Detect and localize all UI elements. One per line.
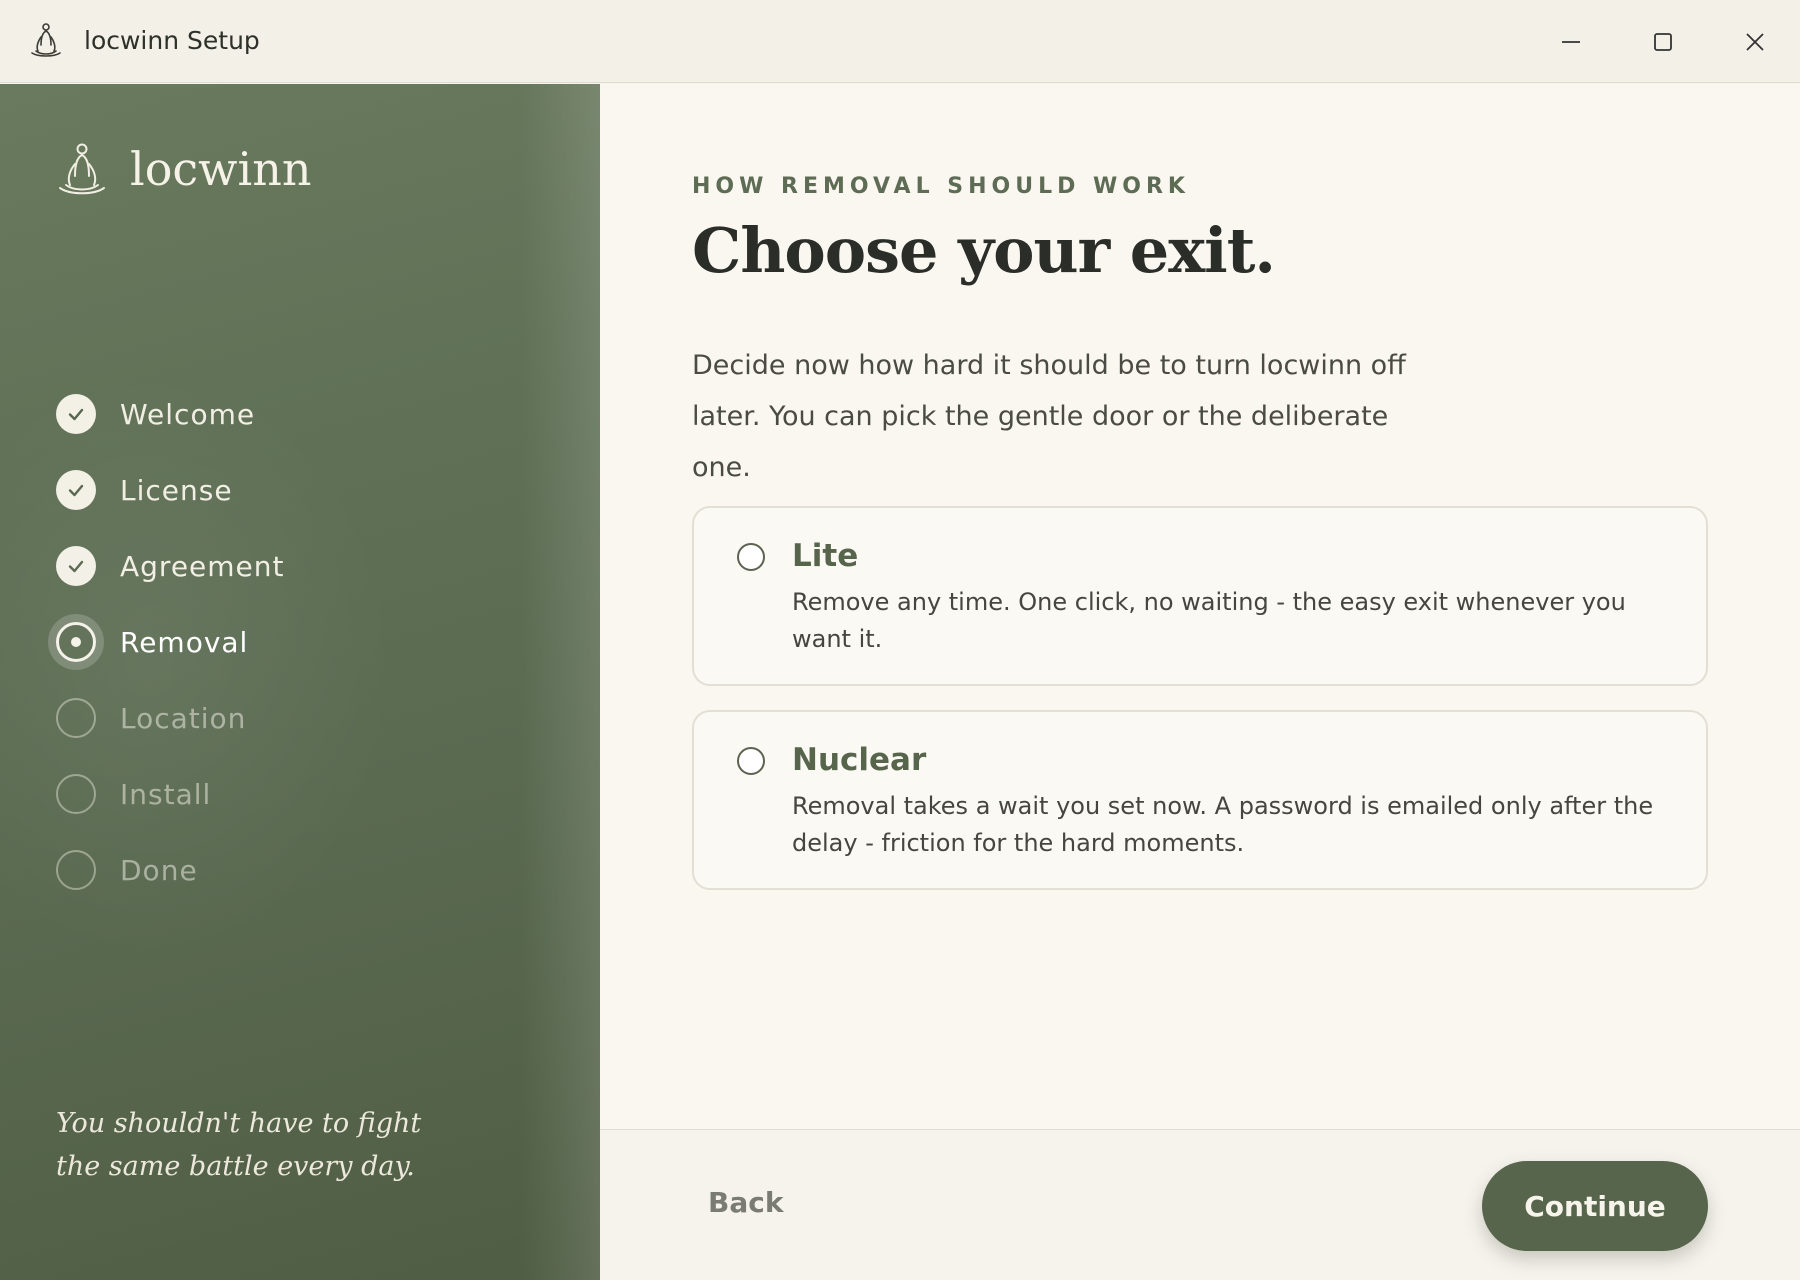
step-label: Removal <box>120 626 249 659</box>
step-install: Install <box>54 764 454 824</box>
current-step-icon <box>56 622 96 662</box>
quote-line: You shouldn't have to fight <box>56 1108 422 1139</box>
option-lite[interactable]: Lite Remove any time. One click, no wait… <box>692 506 1708 686</box>
step-welcome: Welcome <box>54 384 454 444</box>
pending-step-icon <box>56 850 96 890</box>
page-title: Choose your exit. <box>692 214 1276 287</box>
step-label: Location <box>120 702 247 735</box>
check-icon <box>56 546 96 586</box>
step-agreement: Agreement <box>54 536 454 596</box>
check-icon <box>56 470 96 510</box>
back-button[interactable]: Back <box>708 1186 783 1219</box>
step-label: Install <box>120 778 212 811</box>
option-title: Lite <box>792 538 859 574</box>
sidebar: locwinn Welcome License Agreement Remova… <box>0 84 600 1280</box>
main-panel: HOW REMOVAL SHOULD WORK Choose your exit… <box>600 84 1800 1129</box>
continue-button[interactable]: Continue <box>1482 1161 1708 1251</box>
option-description: Remove any time. One click, no waiting -… <box>792 588 1626 653</box>
section-eyebrow: HOW REMOVAL SHOULD WORK <box>692 174 1190 199</box>
window-title: locwinn Setup <box>84 26 260 55</box>
radio-button[interactable] <box>737 747 765 775</box>
minimize-icon[interactable] <box>1549 20 1593 64</box>
sidebar-quote: You shouldn't have to fight the same bat… <box>56 1102 476 1188</box>
quote-line: the same battle every day. <box>56 1151 415 1182</box>
meditation-figure-icon <box>26 21 66 61</box>
step-label: License <box>120 474 233 507</box>
intro-text: Decide now how hard it should be to turn… <box>692 350 1406 483</box>
step-done: Done <box>54 840 454 900</box>
option-title: Nuclear <box>792 742 927 778</box>
step-label: Agreement <box>120 550 285 583</box>
pending-step-icon <box>56 774 96 814</box>
step-location: Location <box>54 688 454 748</box>
close-icon[interactable] <box>1733 20 1777 64</box>
title-bar: locwinn Setup <box>0 0 1800 83</box>
step-removal: Removal <box>54 612 454 672</box>
option-description: Removal takes a wait you set now. A pass… <box>792 792 1654 857</box>
radio-button[interactable] <box>737 543 765 571</box>
pending-step-icon <box>56 698 96 738</box>
brand-name: locwinn <box>130 142 312 196</box>
option-nuclear[interactable]: Nuclear Removal takes a wait you set now… <box>692 710 1708 890</box>
check-icon <box>56 394 96 434</box>
meditation-figure-icon <box>52 140 112 202</box>
step-label: Welcome <box>120 398 256 431</box>
step-license: License <box>54 460 454 520</box>
maximize-icon[interactable] <box>1641 20 1685 64</box>
footer-bar: Back Continue <box>600 1129 1800 1280</box>
step-label: Done <box>120 854 198 887</box>
